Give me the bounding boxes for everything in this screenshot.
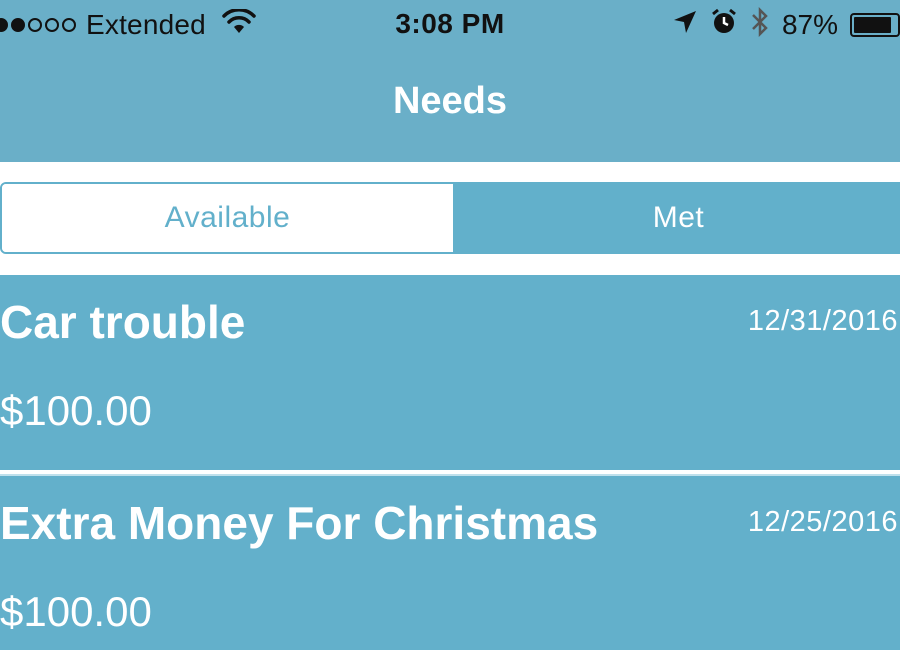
need-title: Extra Money For Christmas <box>0 497 599 549</box>
need-amount: $100.00 <box>0 588 152 635</box>
page-title: Needs <box>392 80 508 122</box>
need-title: Car trouble <box>0 296 246 348</box>
bluetooth-icon <box>750 6 770 44</box>
need-date: 12/25/2016 <box>747 506 898 538</box>
need-amount: $100.00 <box>0 387 152 434</box>
battery-icon <box>850 13 900 37</box>
list-item[interactable]: Extra Money For Christmas 12/25/2016 $10… <box>0 476 900 650</box>
battery-percent: 87% <box>781 9 838 40</box>
segment-wrap: Available Met <box>0 162 900 275</box>
need-date: 12/31/2016 <box>747 305 898 337</box>
battery-fill <box>854 17 891 33</box>
status-right: 87% <box>672 6 900 44</box>
nav-bar: Needs <box>0 50 900 162</box>
location-arrow-icon <box>672 9 698 42</box>
alarm-icon <box>710 8 738 43</box>
segmented-control: Available Met <box>0 182 900 254</box>
list-divider <box>0 468 900 476</box>
status-bar: Extended 3:08 PM 87% <box>0 0 900 50</box>
list-item[interactable]: Car trouble 12/31/2016 $100.00 <box>0 275 900 470</box>
segment-available[interactable]: Available <box>2 184 453 252</box>
segment-met[interactable]: Met <box>453 184 900 252</box>
